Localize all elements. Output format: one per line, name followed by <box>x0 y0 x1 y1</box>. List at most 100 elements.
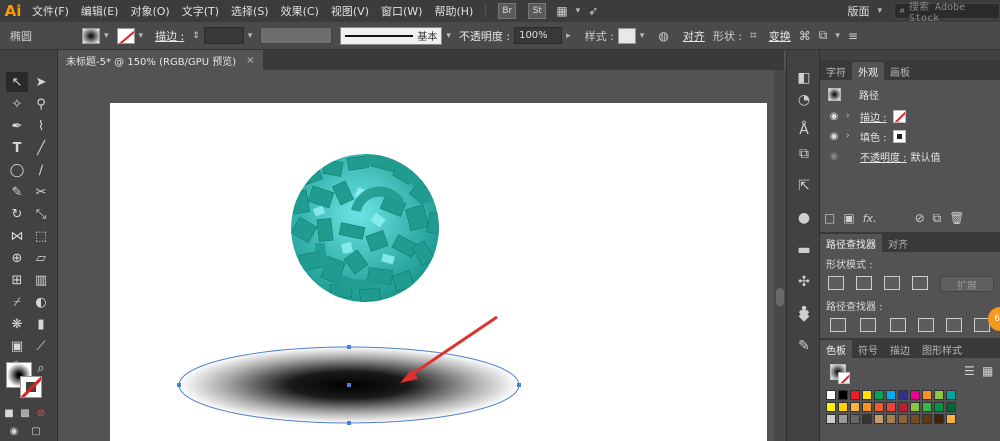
outline-icon[interactable] <box>946 318 962 332</box>
trim-icon[interactable] <box>860 318 876 332</box>
stock-search-input[interactable]: ⌕ 搜索 Adobe Stock <box>894 2 1000 24</box>
color-swatch[interactable] <box>934 402 944 412</box>
add-fill-icon[interactable]: ▣ <box>839 211 858 225</box>
shape-properties-icon[interactable]: ⌗ <box>746 28 761 43</box>
add-stroke-icon[interactable]: □ <box>820 211 839 225</box>
color-swatch[interactable] <box>838 414 848 424</box>
curvature-tool-icon[interactable]: ⌇ <box>30 116 52 136</box>
free-transform-tool-icon[interactable]: ⬚ <box>30 226 52 246</box>
magic-wand-tool-icon[interactable]: ✧ <box>6 94 28 114</box>
puppet-warp-icon[interactable]: ✎ <box>794 336 814 356</box>
unite-icon[interactable] <box>828 276 844 290</box>
color-swatch[interactable] <box>934 390 944 400</box>
active-stroke-swatch[interactable] <box>838 372 850 384</box>
color-swatch[interactable] <box>922 390 932 400</box>
color-swatch[interactable] <box>874 402 884 412</box>
eyedropper-tool-icon[interactable]: ⌿ <box>6 292 28 312</box>
color-swatch[interactable] <box>826 390 836 400</box>
stroke-row-label[interactable]: 描边 : <box>860 109 887 124</box>
eye-icon[interactable]: ◉ <box>826 111 842 122</box>
fill-row-label[interactable]: 填色 : <box>860 129 887 144</box>
color-swatch[interactable] <box>862 414 872 424</box>
color-swatch[interactable] <box>826 402 836 412</box>
gradient-tool-icon[interactable]: ▥ <box>30 270 52 290</box>
tab-appearance[interactable]: 外观 <box>852 62 884 80</box>
appearance-fill-row[interactable]: ◉ › 填色 : <box>820 126 1000 146</box>
menu-window[interactable]: 窗口(W) <box>375 3 428 19</box>
graph-tool-icon[interactable]: ▮ <box>30 314 52 334</box>
appearance-opacity-row[interactable]: ◉ 不透明度 : 默认值 <box>820 146 1000 166</box>
appearance-stroke-row[interactable]: ◉ › 描边 : <box>820 106 1000 126</box>
list-view-icon[interactable]: ☰ <box>960 364 979 378</box>
artboard-tool-icon[interactable]: ▣ <box>6 336 28 356</box>
eye-icon[interactable]: ◉ <box>826 151 842 162</box>
color-swatch[interactable] <box>838 390 848 400</box>
menu-object[interactable]: 对象(O) <box>124 3 175 19</box>
scale-tool-icon[interactable]: ⤡ <box>30 204 52 224</box>
color-swatch[interactable] <box>898 390 908 400</box>
direct-selection-tool-icon[interactable]: ➤ <box>30 72 52 92</box>
tab-character[interactable]: 字符 <box>820 62 852 80</box>
stroke-swatch[interactable] <box>116 27 135 44</box>
chevron-down-icon[interactable]: ▾ <box>572 6 585 16</box>
fill-gradient-swatch[interactable] <box>892 129 906 143</box>
gradient-panel-icon[interactable]: ▬ <box>794 240 814 260</box>
color-swatch[interactable] <box>922 402 932 412</box>
tab-graphic-styles[interactable]: 图形样式 <box>916 340 968 358</box>
opacity-input[interactable]: 100% <box>514 27 563 44</box>
delete-item-icon[interactable]: 🗑 <box>945 211 968 225</box>
type-tool-icon[interactable]: T <box>6 138 28 158</box>
color-guide-icon[interactable]: ◔ <box>794 90 814 110</box>
arrange-documents-icon[interactable]: ▦ <box>552 4 571 18</box>
color-swatch[interactable] <box>898 402 908 412</box>
tab-pathfinder[interactable]: 路径查找器 <box>820 234 882 252</box>
fill-swatch[interactable] <box>82 27 100 44</box>
selection-tool-icon[interactable]: ↖ <box>6 72 28 92</box>
shape-builder-tool-icon[interactable]: ⊕ <box>6 248 28 268</box>
stroke-weight-chevron-icon[interactable]: ▾ <box>244 31 257 41</box>
color-swatch[interactable] <box>850 414 860 424</box>
pen-tool-icon[interactable]: ✒ <box>6 116 28 136</box>
gradient-mode-icon[interactable]: ▩ <box>18 406 32 420</box>
character-icon[interactable]: Å <box>794 120 814 140</box>
shaper-tool-icon[interactable]: ✎ <box>6 182 28 202</box>
lasso-tool-icon[interactable]: ⚲ <box>30 94 52 114</box>
bridge-button[interactable]: Br <box>498 3 517 19</box>
stroke-color-swatch[interactable] <box>20 376 42 398</box>
rotate-tool-icon[interactable]: ↻ <box>6 204 28 224</box>
workspace-chevron-icon[interactable]: ▾ <box>873 6 886 16</box>
zoom-tool-icon[interactable]: ⌕ <box>30 358 52 378</box>
color-swatch[interactable] <box>886 390 896 400</box>
tab-artboards[interactable]: 画板 <box>884 62 916 80</box>
menu-file[interactable]: 文件(F) <box>26 3 75 19</box>
expand-arrow-icon[interactable]: › <box>846 131 856 141</box>
color-swatch[interactable] <box>898 414 908 424</box>
color-swatch[interactable] <box>886 414 896 424</box>
fx-icon[interactable]: fx. <box>859 212 881 225</box>
perspective-grid-tool-icon[interactable]: ▱ <box>30 248 52 268</box>
fill-chevron-icon[interactable]: ▾ <box>100 31 113 41</box>
canvas-area[interactable] <box>58 70 774 441</box>
symbol-sprayer-tool-icon[interactable]: ❋ <box>6 314 28 334</box>
grid-view-icon[interactable]: ▦ <box>978 364 997 378</box>
color-swatch[interactable] <box>910 402 920 412</box>
layers-icon[interactable]: ◆ <box>794 306 814 326</box>
brushes-icon[interactable]: ✣ <box>794 272 814 292</box>
tab-align[interactable]: 对齐 <box>882 234 914 252</box>
style-chevron-icon[interactable]: ▾ <box>636 31 649 41</box>
tab-swatches[interactable]: 色板 <box>820 340 852 358</box>
scrollbar-thumb[interactable] <box>776 288 784 306</box>
brush-definition-select[interactable]: 基本 <box>340 26 443 45</box>
color-swatch[interactable] <box>826 414 836 424</box>
menu-help[interactable]: 帮助(H) <box>428 3 479 19</box>
slice-tool-icon[interactable]: ⟋ <box>30 336 52 356</box>
divide-icon[interactable] <box>830 318 846 332</box>
color-swatch[interactable] <box>838 402 848 412</box>
scissors-tool-icon[interactable]: ✂ <box>30 182 52 202</box>
color-mode-icon[interactable]: ■ <box>2 406 16 420</box>
isolate-group-icon[interactable]: ⌘ <box>795 29 815 43</box>
menu-effect[interactable]: 效果(C) <box>275 3 325 19</box>
color-swatch[interactable] <box>886 402 896 412</box>
eye-icon[interactable]: ◉ <box>826 131 842 142</box>
menu-select[interactable]: 选择(S) <box>225 3 275 19</box>
